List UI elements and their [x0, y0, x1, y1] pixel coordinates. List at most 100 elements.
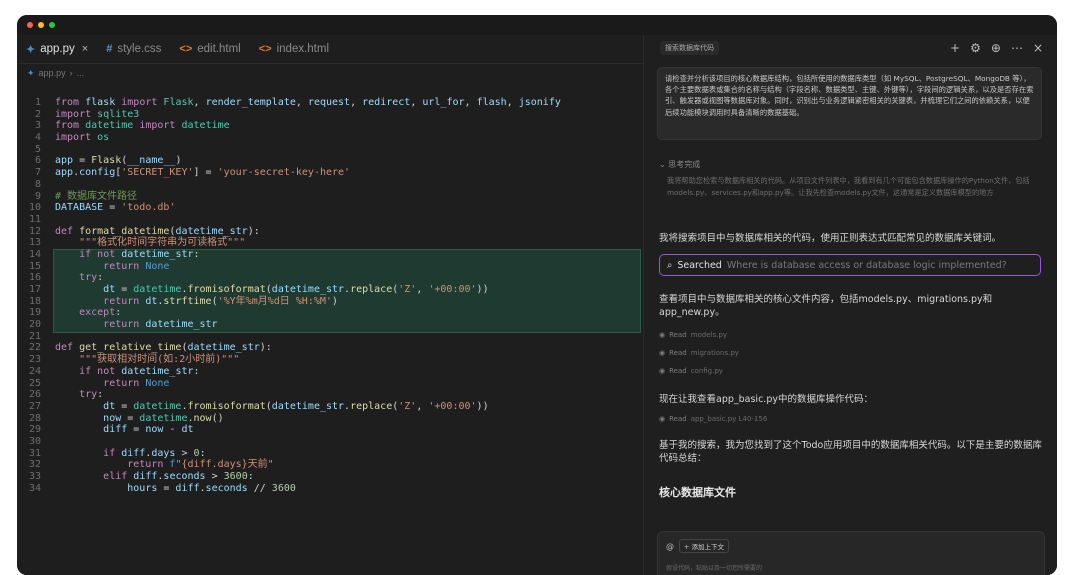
line-text: return None	[103, 260, 170, 272]
gear-icon[interactable]: ⚙	[970, 41, 981, 55]
line-number: 32	[28, 459, 41, 471]
line-text: dt = datetime.fromisoformat(datetime_str…	[103, 284, 489, 295]
code-line[interactable]: 15 return None	[17, 261, 561, 273]
code-area[interactable]: 1 from flask import Flask, render_templat…	[17, 85, 643, 575]
code-line[interactable]: 4 import os	[17, 132, 561, 144]
code-line[interactable]: 13 """格式化时间字符串为可读格式"""	[17, 237, 561, 249]
code-icon: <>	[258, 43, 272, 55]
chat-composer[interactable]: @ + 添加上下文 假设代码，粘贴以及一切您所需要的	[657, 531, 1045, 575]
line-text: def get_relative_time(datetime_str):	[55, 342, 272, 354]
line-number: 5	[34, 143, 41, 155]
line-number: 16	[28, 272, 41, 284]
user-prompt[interactable]: 请检查并分析该项目的核心数据库结构，包括所使用的数据库类型（如 MySQL、Po…	[657, 67, 1042, 140]
read-file: migrations.py	[690, 349, 739, 357]
line-text: import sqlite3	[55, 108, 140, 120]
line-number: 23	[28, 354, 41, 366]
code-line[interactable]: 31 if diff.days > 0:	[17, 448, 561, 460]
add-context-button[interactable]: + 添加上下文	[679, 539, 730, 553]
chat-title[interactable]: 搜索数据库代码	[660, 41, 719, 55]
code-line[interactable]: 2 import sqlite3	[17, 109, 561, 121]
composer-input[interactable]: 假设代码，粘贴以及一切您所需要的	[666, 563, 762, 572]
chat-actions: + ⚙ ⊕ ⋯ ×	[950, 41, 1043, 55]
code-line[interactable]: 22 def get_relative_time(datetime_str):	[17, 342, 561, 354]
chat-header: 搜索数据库代码 + ⚙ ⊕ ⋯ ×	[644, 35, 1057, 61]
line-number: 9	[34, 190, 41, 202]
code-line[interactable]: 29 diff = now - dt	[17, 424, 561, 436]
code-line[interactable]: 28 now = datetime.now()	[17, 413, 561, 425]
close-icon[interactable]: ×	[1033, 41, 1043, 55]
plus-icon[interactable]: +	[950, 41, 960, 55]
code-line[interactable]: 19 except:	[17, 307, 561, 319]
code-line[interactable]: 7 app.config['SECRET_KEY'] = 'your-secret…	[17, 167, 561, 179]
code-line[interactable]: 16 try:	[17, 272, 561, 284]
line-text: if diff.days > 0:	[103, 447, 206, 459]
code-line[interactable]: 12 def format_datetime(datetime_str):	[17, 226, 561, 238]
code-line[interactable]: 24 if not datetime_str:	[17, 366, 561, 378]
eye-icon: ◉	[659, 349, 666, 357]
breadcrumb-more[interactable]: ...	[77, 68, 85, 78]
code-line[interactable]: 20 return datetime_str	[17, 319, 561, 331]
line-number: 31	[28, 447, 41, 459]
line-number: 14	[28, 248, 41, 260]
close-window-button[interactable]	[27, 22, 33, 28]
tab-label: app.py	[40, 43, 75, 55]
tab-label: style.css	[117, 43, 162, 55]
code-line[interactable]: 23 """获取相对时间(如:2小时前)"""	[17, 354, 561, 366]
read-tool-call[interactable]: ◉ Read migrations.py	[659, 349, 739, 357]
code-line[interactable]: 9 # 数据库文件路径	[17, 191, 561, 203]
breadcrumb-file[interactable]: app.py	[39, 68, 66, 78]
more-icon[interactable]: ⋯	[1011, 41, 1023, 55]
assistant-message: 现在让我查看app_basic.py中的数据库操作代码：	[659, 394, 873, 405]
context-row: @ + 添加上下文	[666, 539, 730, 553]
line-text: """获取相对时间(如:2小时前)"""	[79, 354, 240, 366]
line-text: if not datetime_str:	[79, 365, 200, 377]
python-icon: ✦	[26, 43, 36, 56]
code-line[interactable]: 14 if not datetime_str:	[17, 249, 561, 261]
minimize-window-button[interactable]	[38, 22, 44, 28]
line-text: import os	[55, 132, 110, 144]
code-line[interactable]: 10 DATABASE = 'todo.db'	[17, 202, 561, 214]
code-line[interactable]: 33 elif diff.seconds > 3600:	[17, 471, 561, 483]
python-icon: ✦	[27, 67, 35, 78]
line-text: try:	[79, 389, 104, 401]
code-line[interactable]: 18 return dt.strftime('%Y年%m月%d日 %H:%M')	[17, 296, 561, 308]
breadcrumb: ✦ app.py › ...	[17, 64, 643, 82]
code-line[interactable]: 25 return None	[17, 378, 561, 390]
chat-panel: 搜索数据库代码 + ⚙ ⊕ ⋯ × 请检查并分析该项目的核心数据库结构，包括所使…	[644, 35, 1057, 575]
code-line[interactable]: 5	[17, 144, 561, 156]
code-line[interactable]: 6 app = Flask(__name__)	[17, 155, 561, 167]
code-line[interactable]: 32 return f"{diff.days}天前"	[17, 459, 561, 471]
add-context-label: 添加上下文	[691, 543, 725, 551]
code-line[interactable]: 26 try:	[17, 389, 561, 401]
read-tool-call[interactable]: ◉ Read models.py	[659, 331, 727, 339]
tab-style-css[interactable]: # style.css	[97, 35, 170, 63]
code-line[interactable]: 3 from datetime import datetime	[17, 120, 561, 132]
tab-edit-html[interactable]: <> edit.html	[170, 35, 249, 63]
search-tool-call[interactable]: ⌕ Searched Where is database access or d…	[659, 254, 1041, 276]
thinking-text: 我将帮助您检索与数据库相关的代码。从项目文件列表中，我看到有几个可能包含数据库操…	[667, 176, 1030, 197]
maximize-window-button[interactable]	[49, 22, 55, 28]
at-icon[interactable]: @	[666, 542, 674, 551]
code-line[interactable]: 1 from flask import Flask, render_templat…	[17, 97, 561, 109]
read-label: Read	[669, 367, 687, 375]
read-tool-call[interactable]: ◉ Read config.py	[659, 367, 723, 375]
assistant-message: 基于我的搜索，我为您找到了这个Todo应用项目中的数据库相关代码。以下是主要的数…	[659, 440, 1042, 464]
line-text: def format_datetime(datetime_str):	[55, 225, 260, 237]
code-line[interactable]: 30	[17, 436, 561, 448]
thinking-toggle[interactable]: ⌄ 思考完成	[659, 159, 700, 170]
code-line[interactable]: 17 dt = datetime.fromisoformat(datetime_…	[17, 284, 561, 296]
line-number: 3	[34, 120, 41, 132]
line-text: # 数据库文件路径	[55, 190, 138, 202]
code-line[interactable]: 27 dt = datetime.fromisoformat(datetime_…	[17, 401, 561, 413]
code-line[interactable]: 34 hours = diff.seconds // 3600	[17, 483, 561, 495]
tab-index-html[interactable]: <> index.html	[250, 35, 338, 63]
code-line[interactable]: 8	[17, 179, 561, 191]
globe-icon[interactable]: ⊕	[991, 41, 1001, 55]
line-number: 25	[28, 377, 41, 389]
tab-app-py[interactable]: ✦ app.py ×	[17, 35, 97, 63]
code-line[interactable]: 21	[17, 331, 561, 343]
close-icon[interactable]: ×	[82, 43, 88, 55]
code-line[interactable]: 11	[17, 214, 561, 226]
read-tool-call[interactable]: ◉ Read app_basic.py L40-156	[659, 415, 767, 423]
hash-icon: #	[106, 43, 113, 55]
